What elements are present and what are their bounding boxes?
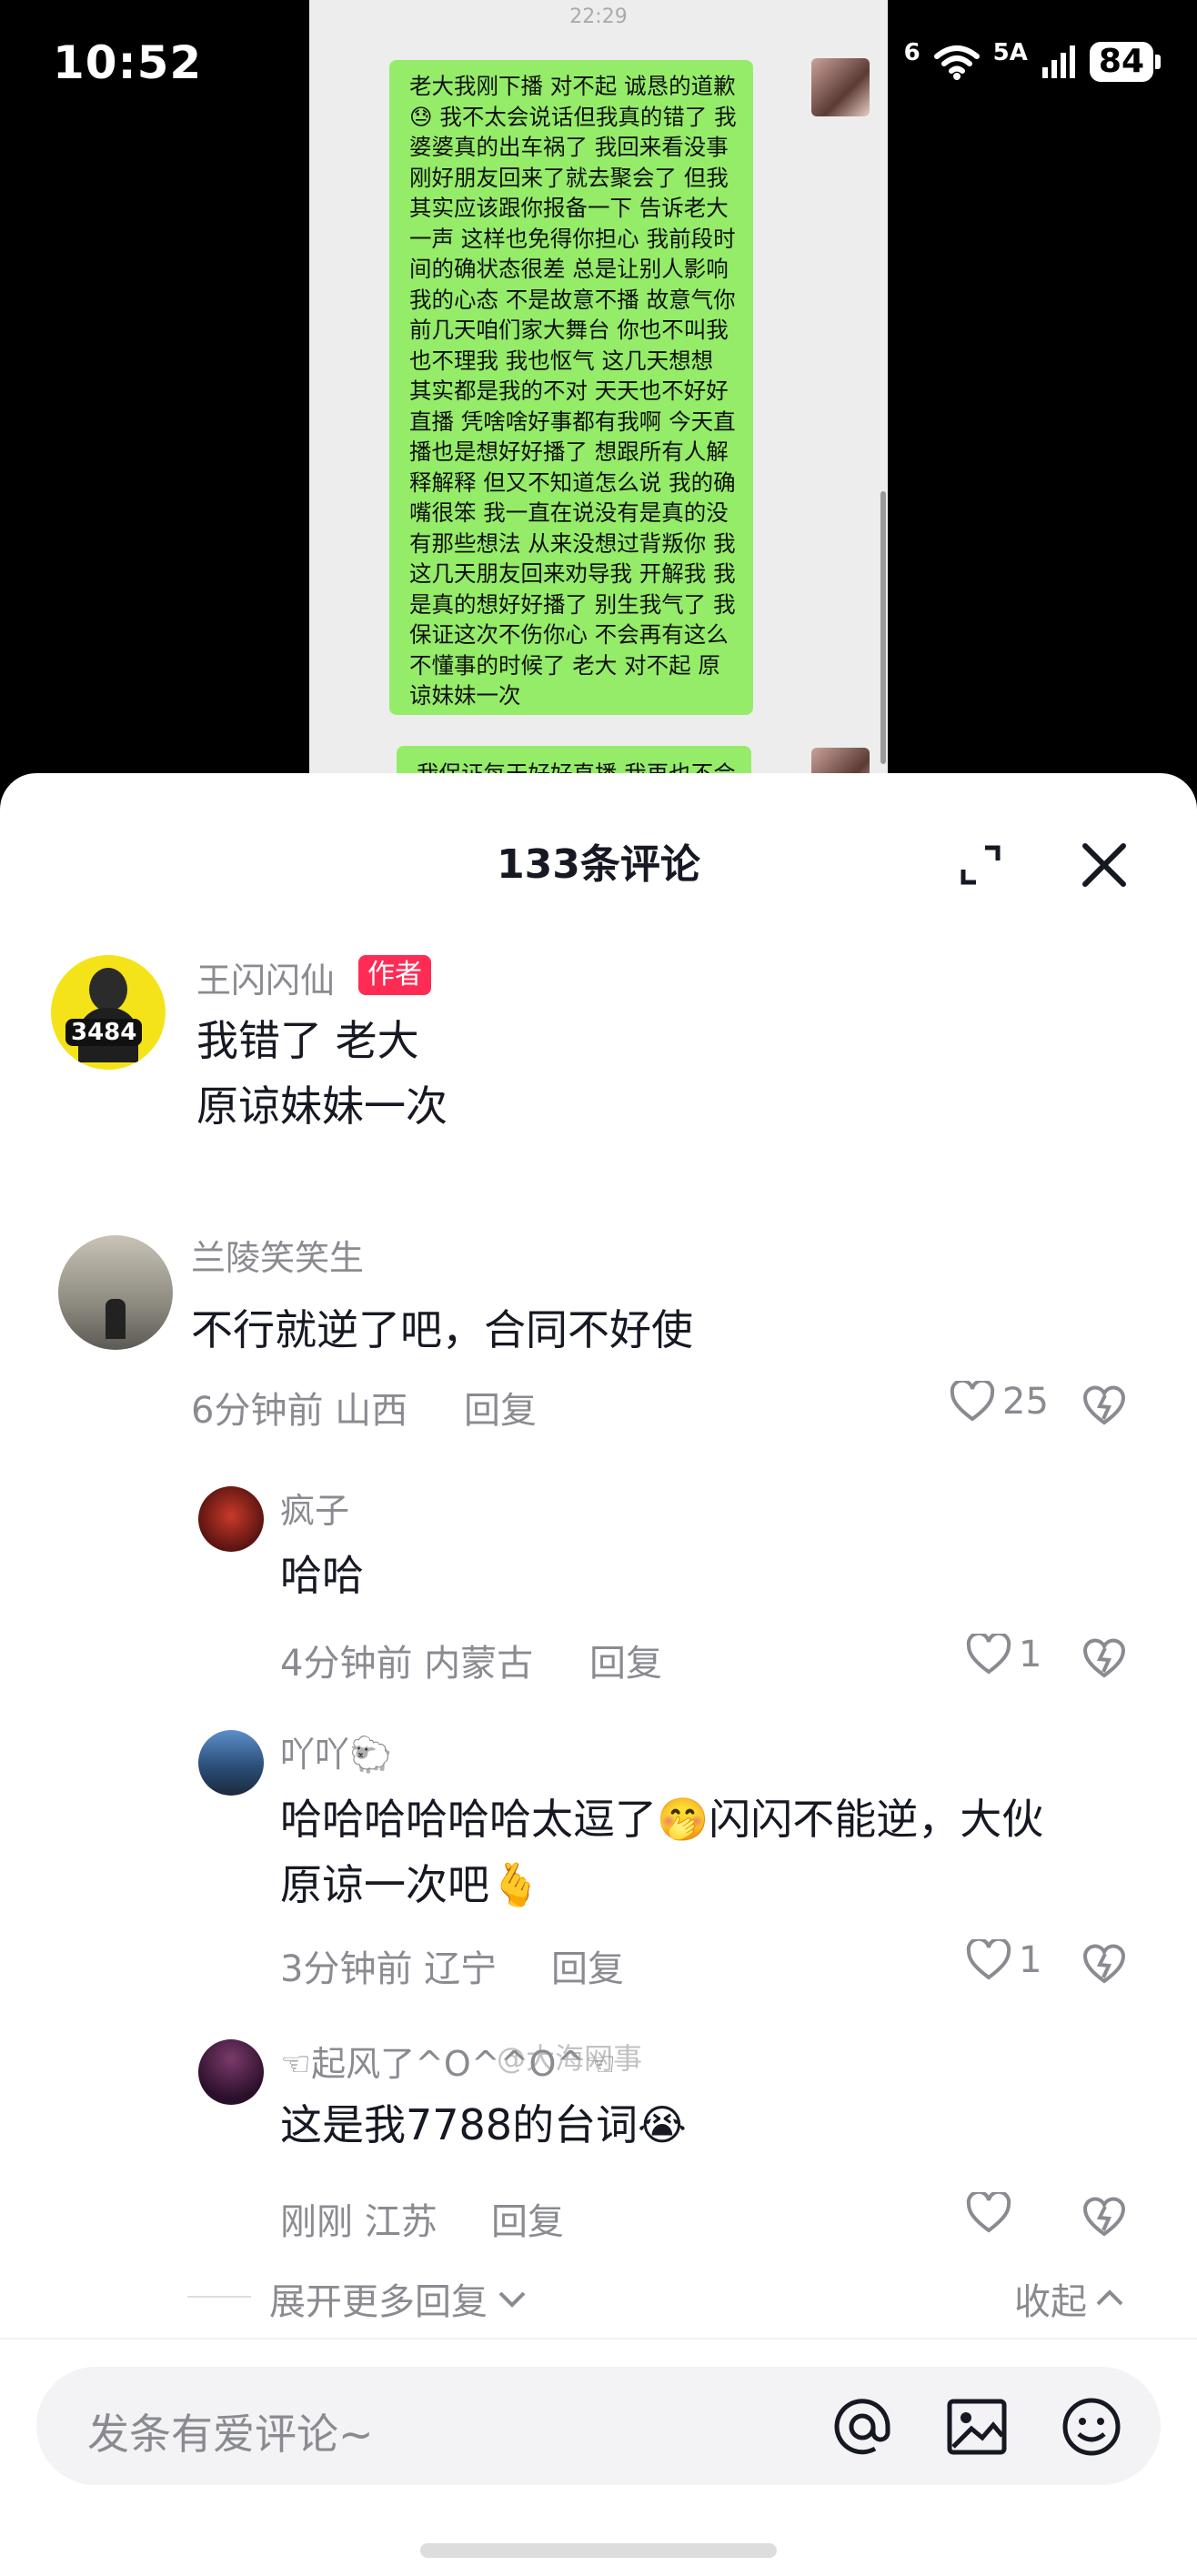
avatar-badge: 3484 bbox=[65, 1019, 143, 1046]
reply-time: 3分钟前 bbox=[280, 1948, 413, 1990]
chat-screenshot: 22:29 老大我刚下播 对不起 诚恳的道歉😓 我不太会说话但我真的错了 我婆婆… bbox=[309, 0, 888, 782]
reply-button[interactable]: 回复 bbox=[589, 1634, 662, 1686]
status-icons: 6 5A 84 bbox=[903, 39, 1161, 82]
comment-time: 6分钟前 bbox=[191, 1390, 324, 1432]
battery-level: 84 bbox=[1089, 42, 1153, 82]
signal-icon bbox=[1041, 45, 1075, 78]
reply-button[interactable]: 回复 bbox=[464, 1381, 537, 1434]
heart-icon bbox=[966, 1939, 1011, 1980]
mention-icon[interactable] bbox=[828, 2392, 897, 2461]
reply-time: 4分钟前 bbox=[280, 1643, 413, 1685]
like-count: 1 bbox=[1019, 1939, 1042, 1981]
chat-timestamp: 22:29 bbox=[569, 5, 628, 28]
avatar[interactable] bbox=[198, 1486, 264, 1552]
comment-text[interactable]: 我错了 老大 原谅妹妹一次 bbox=[196, 1008, 448, 1139]
heart-icon bbox=[950, 1381, 995, 1422]
expand-more-replies[interactable]: 展开更多回复 bbox=[269, 2272, 528, 2325]
reply-location: 内蒙古 bbox=[424, 1643, 534, 1685]
reply-text[interactable]: 这是我7788的台词😭 bbox=[280, 2092, 687, 2158]
comment-location: 山西 bbox=[335, 1390, 408, 1432]
avatar[interactable]: 3484 bbox=[51, 955, 166, 1070]
network-5a-label: 5A bbox=[992, 39, 1028, 66]
like-button[interactable]: 1 bbox=[966, 1634, 1041, 1675]
heart-icon bbox=[966, 2192, 1011, 2233]
chat-scrollbar bbox=[880, 491, 886, 764]
reply-time: 刚刚 bbox=[280, 2201, 353, 2243]
battery-icon: 84 bbox=[1089, 42, 1161, 82]
more-replies-divider bbox=[187, 2296, 251, 2298]
avatar-figure bbox=[89, 968, 127, 1011]
avatar[interactable] bbox=[58, 1235, 173, 1350]
network-label: 6 bbox=[903, 39, 920, 66]
like-button[interactable]: 25 bbox=[950, 1381, 1049, 1423]
emoji-icon[interactable] bbox=[1057, 2392, 1126, 2461]
chevron-up-icon bbox=[1096, 2289, 1123, 2306]
dislike-icon[interactable] bbox=[1081, 2194, 1128, 2241]
like-count: 25 bbox=[1002, 1381, 1049, 1423]
comment-username[interactable]: 王闪闪仙 bbox=[196, 952, 335, 1002]
comment-input-bar: 发条有爱评论~ bbox=[0, 2338, 1197, 2576]
comment-input[interactable]: 发条有爱评论~ bbox=[36, 2367, 1161, 2485]
dislike-icon[interactable] bbox=[1081, 1941, 1128, 1988]
reply-button[interactable]: 回复 bbox=[491, 2192, 564, 2245]
avatar-figure bbox=[106, 1299, 126, 1339]
wifi-icon bbox=[933, 45, 980, 80]
like-button[interactable] bbox=[966, 2192, 1019, 2234]
dislike-icon[interactable] bbox=[1081, 1383, 1128, 1430]
comment-text[interactable]: 不行就逆了吧，合同不好使 bbox=[191, 1297, 693, 1363]
chevron-down-icon bbox=[498, 2291, 526, 2308]
reply-text[interactable]: 哈哈哈哈哈哈太逗了🤭闪闪不能逆，大伙 原谅一次吧🫰 bbox=[280, 1786, 1043, 1917]
comment-sheet: 133条评论 3484 王闪闪仙 作者 我错了 老大 原谅妹妹一次 兰陵笑笑生 … bbox=[0, 773, 1197, 2576]
status-time: 10:52 bbox=[53, 36, 203, 89]
reply-meta: 刚刚 江苏 bbox=[280, 2192, 438, 2245]
reply-username[interactable]: ☜起风了^O^^O^☜ bbox=[280, 2036, 616, 2086]
avatar[interactable] bbox=[198, 1730, 264, 1796]
reply-location: 江苏 bbox=[364, 2201, 438, 2243]
reply-username[interactable]: 疯子 bbox=[280, 1483, 349, 1533]
reply-text[interactable]: 哈哈 bbox=[280, 1543, 364, 1608]
collapse-replies[interactable]: 收起 bbox=[1014, 2272, 1125, 2325]
reply-meta: 4分钟前 内蒙古 bbox=[280, 1634, 533, 1686]
chat-avatar bbox=[811, 58, 870, 116]
close-icon[interactable] bbox=[1078, 839, 1131, 891]
author-badge: 作者 bbox=[358, 955, 431, 995]
battery-tip bbox=[1155, 55, 1161, 69]
reply-meta: 3分钟前 辽宁 bbox=[280, 1939, 497, 1992]
expand-more-label: 展开更多回复 bbox=[269, 2281, 488, 2323]
image-icon[interactable] bbox=[942, 2392, 1011, 2461]
dislike-icon[interactable] bbox=[1081, 1635, 1128, 1683]
chat-message-bubble: 老大我刚下播 对不起 诚恳的道歉😓 我不太会说话但我真的错了 我婆婆真的出车祸了… bbox=[389, 60, 753, 715]
collapse-label: 收起 bbox=[1014, 2281, 1087, 2323]
like-count: 1 bbox=[1019, 1634, 1042, 1675]
home-indicator[interactable] bbox=[420, 2543, 777, 2558]
comment-count-title: 133条评论 bbox=[497, 841, 700, 888]
reply-username[interactable]: 吖吖🐑 bbox=[280, 1726, 392, 1776]
reply-button[interactable]: 回复 bbox=[551, 1939, 624, 1992]
reply-location: 辽宁 bbox=[424, 1948, 498, 1990]
comment-username[interactable]: 兰陵笑笑生 bbox=[191, 1230, 364, 1280]
like-button[interactable]: 1 bbox=[966, 1939, 1041, 1981]
heart-icon bbox=[966, 1634, 1011, 1675]
avatar[interactable] bbox=[198, 2039, 264, 2105]
expand-icon[interactable] bbox=[960, 844, 1001, 886]
comment-input-placeholder: 发条有爱评论~ bbox=[87, 2410, 374, 2459]
comment-meta: 6分钟前 山西 bbox=[191, 1381, 407, 1434]
